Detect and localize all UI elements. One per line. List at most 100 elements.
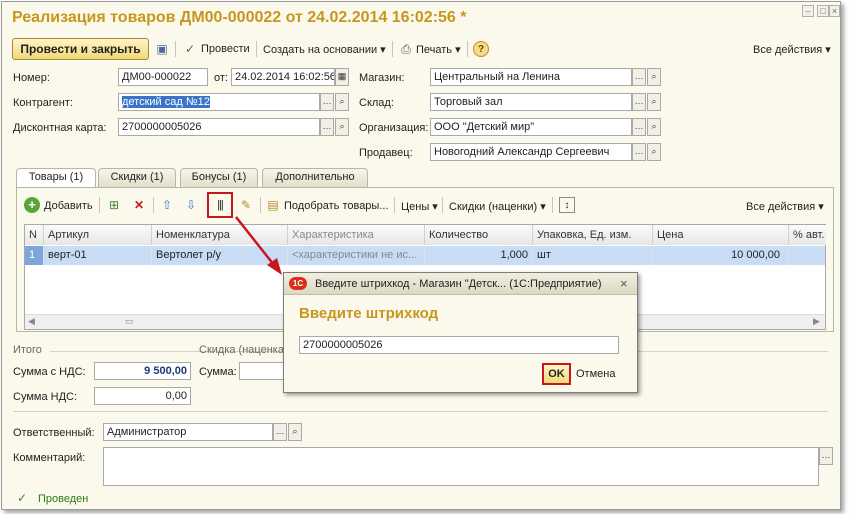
counterparty-value: детский сад №12 [122, 96, 210, 108]
prices-button[interactable]: Цены ▾ [401, 200, 438, 213]
toolbar-divider [394, 197, 395, 213]
toolbar-divider [175, 41, 176, 57]
counterparty-field[interactable]: детский сад №12 [118, 93, 320, 111]
pick-goods-icon[interactable]: ▤ [265, 197, 281, 213]
column-header[interactable]: Упаковка, Ед. изм. [533, 225, 653, 245]
column-header[interactable]: N [25, 225, 44, 245]
table-cell: 10 000,00 [653, 246, 789, 265]
pick-goods-button[interactable]: Подобрать товары... [284, 200, 389, 212]
print-button[interactable]: Печать ▾ [416, 43, 461, 56]
scroll-thumb-icon[interactable]: ▭ [125, 316, 134, 327]
comment-field[interactable] [103, 447, 819, 486]
table-cell: верт-01 [44, 246, 152, 265]
copy-icon[interactable]: ⊞ [106, 197, 122, 213]
seller-label: Продавец: [359, 147, 413, 159]
search-icon[interactable]: ⌕ [288, 423, 302, 441]
goods-all-actions-label: Все действия [746, 201, 816, 213]
warehouse-field[interactable]: Торговый зал [430, 93, 632, 111]
sum-vat-label: Сумма с НДС: [13, 366, 86, 378]
tab-goods[interactable]: Товары (1) [16, 168, 96, 188]
table-cell: шт [533, 246, 653, 265]
delete-icon[interactable]: ✕ [131, 197, 147, 213]
toolbar-divider [392, 41, 393, 57]
print-label: Печать [416, 44, 453, 56]
discount-card-field[interactable]: 2700000005026 [118, 118, 320, 136]
date-label: от: [214, 72, 228, 84]
warehouse-label: Склад: [359, 97, 394, 109]
scroll-left-icon[interactable]: ◀ [28, 316, 35, 327]
date-field[interactable]: 24.02.2014 16:02:56 [231, 68, 335, 86]
store-label: Магазин: [359, 72, 405, 84]
barcode-input[interactable]: 2700000005026 [299, 336, 619, 354]
printer-icon[interactable]: ⎙ [398, 41, 414, 57]
close-icon[interactable]: × [829, 5, 840, 17]
tab-additional[interactable]: Дополнительно [262, 168, 368, 187]
comment-label: Комментарий: [13, 452, 86, 464]
select-button[interactable]: … [320, 93, 334, 111]
seller-field[interactable]: Новогодний Александр Сергеевич [430, 143, 632, 161]
add-icon[interactable]: + [24, 197, 40, 213]
scanner-icon[interactable]: ✎ [238, 197, 254, 213]
barcode-dialog: 1С Введите штрихкод - Магазин "Детск... … [283, 272, 638, 393]
discounts-button[interactable]: Скидки (наценки) ▾ [449, 200, 546, 213]
move-up-icon[interactable]: ⇧ [159, 197, 175, 213]
discount-sum-label: Сумма: [199, 366, 237, 378]
search-icon[interactable]: ⌕ [647, 143, 661, 161]
ok-button[interactable]: OK [542, 363, 571, 385]
number-field[interactable]: ДМ00-000022 [118, 68, 208, 86]
all-actions-label: Все действия [753, 44, 823, 56]
column-header[interactable]: Характеристика [288, 225, 425, 245]
toolbar-divider [99, 197, 100, 213]
save-icon[interactable]: ▣ [154, 41, 170, 57]
store-field[interactable]: Центральный на Ленина [430, 68, 632, 86]
help-icon[interactable]: ? [473, 41, 489, 57]
search-icon[interactable]: ⌕ [647, 68, 661, 86]
organization-field[interactable]: ООО "Детский мир" [430, 118, 632, 136]
column-header[interactable]: Цена [653, 225, 789, 245]
search-icon[interactable]: ⌕ [647, 118, 661, 136]
post-icon[interactable]: ✓ [182, 41, 198, 57]
tab-bonuses[interactable]: Бонусы (1) [180, 168, 258, 187]
fit-icon[interactable]: ↕ [559, 197, 575, 213]
discounts-label: Скидки (наценки) [449, 201, 538, 213]
select-button[interactable]: … [632, 93, 646, 111]
maximize-icon[interactable]: □ [817, 5, 829, 17]
column-header[interactable]: Количество [425, 225, 533, 245]
scroll-right-icon[interactable]: ▶ [813, 316, 820, 327]
sum-vat-field: 9 500,00 [94, 362, 191, 380]
table-cell: 1,000 [425, 246, 533, 265]
post-button[interactable]: Провести [201, 43, 250, 55]
create-based-button[interactable]: Создать на основании ▾ [263, 43, 386, 56]
toolbar-divider [442, 197, 443, 213]
add-button[interactable]: Добавить [44, 200, 93, 212]
select-button[interactable]: … [632, 118, 646, 136]
search-icon[interactable]: ⌕ [335, 93, 349, 111]
select-button[interactable]: … [273, 423, 287, 441]
search-icon[interactable]: ⌕ [335, 118, 349, 136]
table-row[interactable]: 1 верт-01 Вертолет р/у <характеристики н… [25, 246, 825, 265]
minimize-icon[interactable]: – [802, 5, 814, 17]
tab-discounts[interactable]: Скидки (1) [98, 168, 176, 187]
select-button[interactable]: … [632, 143, 646, 161]
dialog-titlebar: 1С Введите штрихкод - Магазин "Детск... … [284, 273, 637, 295]
search-icon[interactable]: ⌕ [647, 93, 661, 111]
close-icon[interactable]: × [620, 276, 628, 291]
select-button[interactable]: … [819, 447, 833, 465]
column-header[interactable]: Артикул [44, 225, 152, 245]
responsible-field[interactable]: Администратор [103, 423, 273, 441]
calendar-icon[interactable]: ▦ [335, 68, 349, 86]
responsible-label: Ответственный: [13, 427, 95, 439]
column-header[interactable]: % авт. [789, 225, 826, 245]
cancel-button[interactable]: Отмена [576, 368, 615, 380]
toolbar-divider [260, 197, 261, 213]
all-actions-button[interactable]: Все действия ▾ [753, 43, 831, 56]
select-button[interactable]: … [632, 68, 646, 86]
toolbar-divider [153, 197, 154, 213]
post-and-close-button[interactable]: Провести и закрыть [12, 38, 149, 60]
select-button[interactable]: … [320, 118, 334, 136]
status-label: Проведен [38, 493, 89, 505]
organization-label: Организация: [359, 122, 429, 134]
create-based-label: Создать на основании [263, 44, 378, 56]
move-down-icon[interactable]: ⇩ [183, 197, 199, 213]
goods-all-actions-button[interactable]: Все действия ▾ [746, 200, 824, 213]
